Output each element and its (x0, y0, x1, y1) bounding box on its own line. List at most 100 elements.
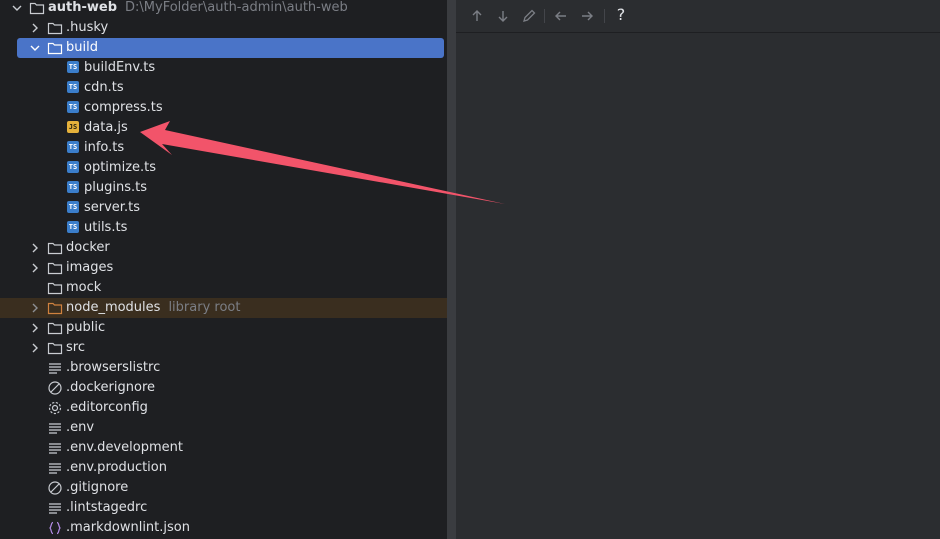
lines-icon (49, 463, 61, 474)
file-label: optimize.ts (84, 160, 157, 175)
tree-file-markdownlint[interactable]: .markdownlint.json (0, 518, 447, 538)
file-label: data.js (84, 120, 128, 135)
tree-file-env-development[interactable]: .env.development (0, 438, 447, 458)
tree-item-label: src (66, 340, 85, 355)
file-label: .editorconfig (66, 400, 148, 415)
arrow-left-icon[interactable] (552, 7, 570, 25)
arrow-up-icon[interactable] (468, 7, 486, 25)
help-button[interactable]: ? (612, 5, 630, 25)
arrow-right-icon[interactable] (578, 7, 596, 25)
tree-item-public[interactable]: public (0, 318, 447, 338)
file-label: .env.development (66, 440, 183, 455)
typescript-file-icon: TS (67, 101, 79, 113)
tree-file-browserslistrc[interactable]: .browserslistrc (0, 358, 447, 378)
tree-root-label: auth-web (48, 0, 118, 15)
file-label: compress.ts (84, 100, 163, 115)
tree-file-buildenv[interactable]: TS buildEnv.ts (0, 58, 447, 78)
chevron-down-icon[interactable] (28, 41, 42, 55)
tree-item-docker[interactable]: docker (0, 238, 447, 258)
library-root-label: library root (168, 300, 241, 315)
file-label: .env.production (66, 460, 167, 475)
pencil-icon[interactable] (520, 7, 538, 25)
arrow-down-icon[interactable] (494, 7, 512, 25)
tree-file-env[interactable]: .env (0, 418, 447, 438)
file-label: info.ts (84, 140, 125, 155)
chevron-right-icon[interactable] (28, 301, 42, 315)
folder-icon (29, 2, 45, 15)
file-label: utils.ts (84, 220, 128, 235)
project-tree[interactable]: auth-web D:\MyFolder\auth-admin\auth-web … (0, 0, 447, 539)
folder-icon (47, 322, 63, 335)
tree-item-build[interactable]: build (0, 38, 447, 58)
file-label: plugins.ts (84, 180, 147, 195)
file-label: .browserslistrc (66, 360, 161, 375)
tree-item-node-modules[interactable]: node_modules library root (0, 298, 447, 318)
gear-icon (48, 401, 62, 415)
tree-file-info[interactable]: TS info.ts (0, 138, 447, 158)
file-label: server.ts (84, 200, 140, 215)
ignore-icon (48, 381, 62, 395)
typescript-file-icon: TS (67, 141, 79, 153)
folder-icon (47, 42, 63, 55)
tree-file-compress[interactable]: TS compress.ts (0, 98, 447, 118)
typescript-file-icon: TS (67, 161, 79, 173)
folder-icon (47, 242, 63, 255)
tree-item-husky[interactable]: .husky (0, 18, 447, 38)
editor-panel: ? (456, 0, 940, 539)
chevron-right-icon[interactable] (28, 261, 42, 275)
tree-item-images[interactable]: images (0, 258, 447, 278)
tree-item-label: build (66, 40, 98, 55)
tree-file-server[interactable]: TS server.ts (0, 198, 447, 218)
chevron-down-icon[interactable] (10, 1, 24, 15)
folder-icon (47, 282, 63, 295)
folder-icon (47, 262, 63, 275)
json-icon (49, 521, 61, 535)
javascript-file-icon: JS (67, 121, 79, 133)
lines-icon (49, 363, 61, 374)
tree-root-row[interactable]: auth-web D:\MyFolder\auth-admin\auth-web (0, 0, 447, 18)
file-label: buildEnv.ts (84, 60, 156, 75)
tree-file-cdn[interactable]: TS cdn.ts (0, 78, 447, 98)
typescript-file-icon: TS (67, 181, 79, 193)
chevron-right-icon[interactable] (28, 21, 42, 35)
chevron-right-icon[interactable] (28, 341, 42, 355)
chevron-right-icon[interactable] (28, 321, 42, 335)
file-label: .env (66, 420, 95, 435)
lines-icon (49, 443, 61, 454)
tree-file-data-js[interactable]: JS data.js (0, 118, 447, 138)
tree-file-env-production[interactable]: .env.production (0, 458, 447, 478)
tree-item-label: images (66, 260, 114, 275)
tree-file-plugins[interactable]: TS plugins.ts (0, 178, 447, 198)
typescript-file-icon: TS (67, 221, 79, 233)
tree-file-utils[interactable]: TS utils.ts (0, 218, 447, 238)
chevron-right-icon[interactable] (28, 241, 42, 255)
tree-file-lintstagedrc[interactable]: .lintstagedrc (0, 498, 447, 518)
folder-icon (47, 342, 63, 355)
tree-item-label: .husky (66, 20, 109, 35)
tree-root-path: D:\MyFolder\auth-admin\auth-web (125, 0, 348, 15)
tree-item-label: node_modules (66, 300, 161, 315)
folder-icon (47, 22, 63, 35)
tree-item-label: public (66, 320, 106, 335)
file-label: .markdownlint.json (66, 520, 190, 535)
typescript-file-icon: TS (67, 81, 79, 93)
file-label: .gitignore (66, 480, 129, 495)
tree-file-editorconfig[interactable]: .editorconfig (0, 398, 447, 418)
lines-icon (49, 423, 61, 434)
lines-icon (49, 503, 61, 514)
tree-file-dockerignore[interactable]: .dockerignore (0, 378, 447, 398)
tree-file-optimize[interactable]: TS optimize.ts (0, 158, 447, 178)
tree-item-mock[interactable]: mock (0, 278, 447, 298)
typescript-file-icon: TS (67, 61, 79, 73)
typescript-file-icon: TS (67, 201, 79, 213)
ignore-icon (48, 481, 62, 495)
tree-file-gitignore[interactable]: .gitignore (0, 478, 447, 498)
tree-item-label: mock (66, 280, 102, 295)
editor-toolbar: ? (456, 0, 940, 33)
file-label: .dockerignore (66, 380, 156, 395)
file-label: .lintstagedrc (66, 500, 148, 515)
panel-splitter[interactable] (447, 0, 456, 539)
tree-item-label: docker (66, 240, 110, 255)
tree-item-src[interactable]: src (0, 338, 447, 358)
folder-icon (47, 302, 63, 315)
